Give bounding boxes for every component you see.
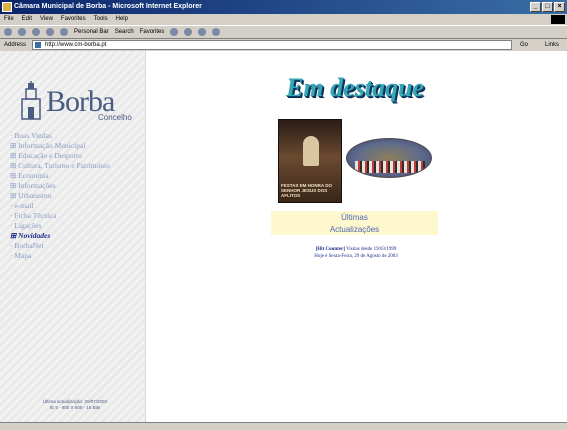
nav-item-economia[interactable]: ⊞ Economia <box>10 171 144 181</box>
visit-counter: [Hit Counter] Visitas desde 19/03/1999 H… <box>246 246 466 260</box>
latest-updates-link[interactable]: Últimas Actualizações <box>271 211 438 235</box>
edit-icon[interactable] <box>212 28 221 36</box>
address-bar: Address http://www.cm-borba.pt Go Links <box>0 39 567 51</box>
history-icon[interactable] <box>170 28 179 36</box>
close-button[interactable]: × <box>554 2 565 12</box>
statue-figure <box>303 136 319 166</box>
nav-item-borbanet[interactable]: · BorbaNet <box>10 241 144 251</box>
poster-caption: FESTAS EM HONRA DO SENHOR JESUS DOS AFLI… <box>281 183 333 198</box>
event-photo-oval[interactable] <box>346 138 432 178</box>
update-note: Última actualização: 20/07/2003 IE 5 - 8… <box>20 399 130 411</box>
standard-toolbar: Personal Bar Search Favorites <box>0 25 567 39</box>
windows-logo-icon <box>551 15 565 24</box>
title-bar: Câmara Municipal de Borba - Microsoft In… <box>0 0 567 14</box>
nav-item-novidades[interactable]: ⊞ Novidades <box>10 231 144 241</box>
mail-icon[interactable] <box>184 28 193 36</box>
address-url: http://www.cm-borba.pt <box>45 42 107 48</box>
ie-app-icon <box>2 2 12 12</box>
favorites-button[interactable]: Favorites <box>140 26 165 39</box>
nav-item-mapa[interactable]: · Mapa <box>10 251 144 261</box>
home-icon[interactable] <box>60 28 68 36</box>
hit-counter-tag: [Hit Counter] <box>315 247 345 252</box>
page-viewport: Borba Concelho · Boas Vindas ⊞ Informaçã… <box>0 51 567 422</box>
sidebar-nav: · Boas Vindas ⊞ Informação Municipal ⊞ E… <box>10 131 144 261</box>
maximize-button[interactable]: □ <box>542 2 553 12</box>
address-input[interactable]: http://www.cm-borba.pt <box>32 40 512 50</box>
updates-line-1: Últimas <box>341 213 368 222</box>
visits-since-text: Visitas desde 19/03/1999 <box>346 247 397 252</box>
menu-bar: File Edit View Favorites Tools Help <box>0 14 567 25</box>
window-controls: _ □ × <box>530 2 565 12</box>
nav-item-educacao-desporto[interactable]: ⊞ Educação e Desporto <box>10 151 144 161</box>
menu-edit[interactable]: Edit <box>22 14 32 25</box>
forward-icon[interactable] <box>18 28 26 36</box>
tower-icon <box>21 81 41 120</box>
resolution-text: IE 5 - 800 X 600 - 16 Bits <box>49 405 101 410</box>
page-icon <box>35 42 41 48</box>
menu-favorites[interactable]: Favorites <box>61 14 86 25</box>
status-bar <box>0 422 567 430</box>
festival-poster-image[interactable]: FESTAS EM HONRA DO SENHOR JESUS DOS AFLI… <box>278 119 342 203</box>
back-icon[interactable] <box>4 28 12 36</box>
links-button[interactable]: Links <box>545 39 559 51</box>
personal-bar-button[interactable]: Personal Bar <box>74 26 109 39</box>
page-title: Em destaque <box>286 73 424 102</box>
stop-icon[interactable] <box>32 28 40 36</box>
nav-item-email[interactable]: · e-mail <box>10 201 144 211</box>
menu-tools[interactable]: Tools <box>94 14 108 25</box>
nav-item-informacoes[interactable]: ⊞ Informações <box>10 181 144 191</box>
nav-item-cultura-turismo[interactable]: ⊞ Cultura, Turismo e Património <box>10 161 144 171</box>
updates-line-2: Actualizações <box>329 225 380 234</box>
today-date-text: Hoje é Sexta-Feira, 29 de Agosto de 2003 <box>314 254 398 259</box>
menu-help[interactable]: Help <box>116 14 128 25</box>
nav-item-informacao-municipal[interactable]: ⊞ Informação Municipal <box>10 141 144 151</box>
refresh-icon[interactable] <box>46 28 54 36</box>
search-button[interactable]: Search <box>115 26 134 39</box>
menu-view[interactable]: View <box>40 14 53 25</box>
logo-subtitle: Concelho <box>98 113 132 122</box>
main-content: Em destaque FESTAS EM HONRA DO SENHOR JE… <box>146 51 567 422</box>
address-label: Address <box>4 42 27 48</box>
go-button[interactable]: Go <box>520 39 528 51</box>
print-icon[interactable] <box>198 28 207 36</box>
nav-item-urbanismo[interactable]: ⊞ Urbanismo <box>10 191 144 201</box>
nav-item-ficha-tecnica[interactable]: · Ficha Técnica <box>10 211 144 221</box>
sidebar: Borba Concelho · Boas Vindas ⊞ Informaçã… <box>0 51 146 422</box>
minimize-button[interactable]: _ <box>530 2 541 12</box>
window-title: Câmara Municipal de Borba - Microsoft In… <box>14 3 202 10</box>
nav-item-ligacoes[interactable]: · Ligações <box>10 221 144 231</box>
borba-logo[interactable]: Borba Concelho <box>20 81 140 122</box>
nav-item-boas-vindas[interactable]: · Boas Vindas <box>10 131 144 141</box>
crowd-image <box>355 161 425 173</box>
menu-file[interactable]: File <box>4 14 14 25</box>
